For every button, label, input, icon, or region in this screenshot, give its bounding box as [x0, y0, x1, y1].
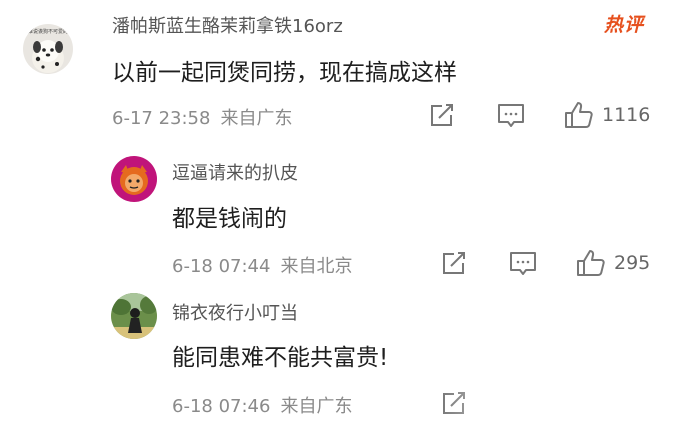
comment-text: 都是钱闹的 [172, 206, 287, 232]
forward-button[interactable] [440, 251, 468, 277]
like-button[interactable]: 1116 [564, 101, 650, 129]
location: 来自北京 [280, 256, 353, 277]
svg-text:谁说诶狗不可爱的: 谁说诶狗不可爱的 [28, 28, 68, 35]
avatar[interactable] [111, 156, 157, 202]
comment-meta: 6-18 07:46 来自广东 [172, 392, 352, 418]
timestamp: 6-18 07:46 [172, 396, 271, 417]
thumbs-up-icon [577, 250, 605, 276]
comment-meta: 6-18 07:44 来自北京 [172, 252, 352, 278]
comment-meta: 6-17 23:58 来自广东 [112, 104, 292, 130]
location: 来自广东 [280, 396, 353, 417]
comment-button[interactable] [497, 103, 525, 129]
timestamp: 6-18 07:44 [172, 256, 271, 277]
location: 来自广东 [220, 108, 293, 129]
like-button[interactable]: 295 [576, 249, 650, 277]
username[interactable]: 锦衣夜行小叮当 [172, 299, 298, 325]
comment-button[interactable] [509, 251, 537, 277]
thumbs-up-icon [565, 102, 593, 128]
like-count: 1116 [602, 104, 651, 126]
share-edit-icon [431, 104, 453, 126]
comment-text: 以前一起同煲同捞，现在搞成这样 [112, 60, 457, 86]
bottom-fade-overlay [440, 388, 691, 418]
hot-comment-badge: 热评 [604, 14, 645, 36]
username[interactable]: 逗逼请来的扒皮 [172, 159, 298, 185]
share-edit-icon [443, 252, 465, 274]
comment-icon [498, 104, 524, 127]
avatar[interactable] [111, 293, 157, 339]
forward-button[interactable] [428, 103, 456, 129]
avatar[interactable]: 谁说诶狗不可爱的 [23, 24, 73, 74]
username[interactable]: 潘帕斯蓝生酪茉莉拿铁16orz [112, 12, 343, 38]
comment-text: 能同患难不能共富贵! [172, 345, 389, 371]
comment-icon [510, 252, 536, 275]
timestamp: 6-17 23:58 [112, 108, 211, 129]
like-count: 295 [614, 252, 651, 274]
